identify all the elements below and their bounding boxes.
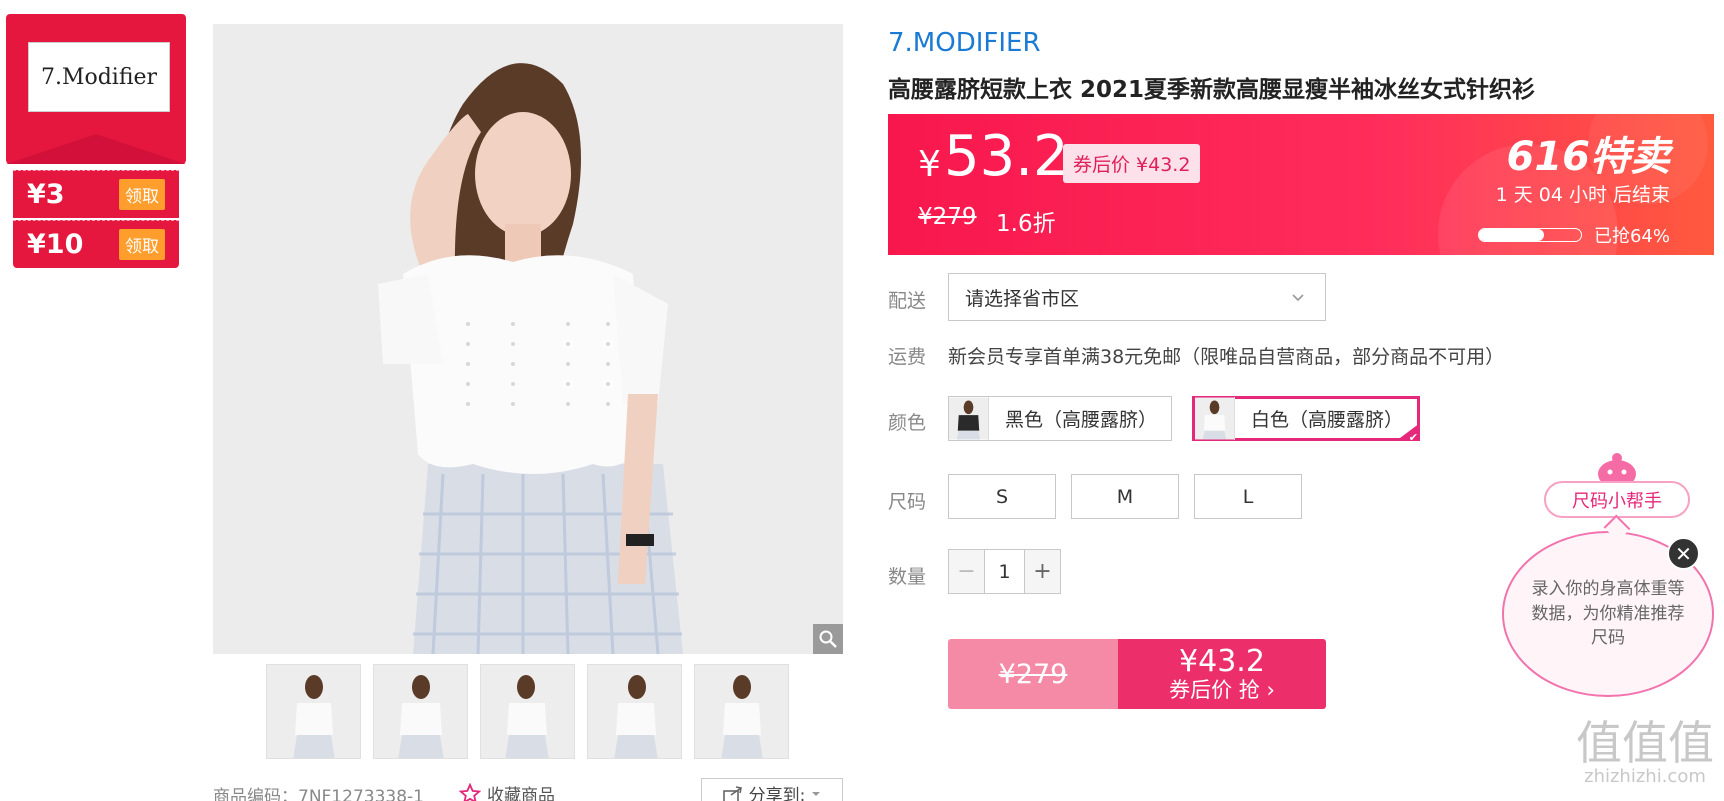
quantity-label: 数量 — [888, 566, 927, 588]
color-option-white[interactable]: 白色（高腰露脐） ✔ — [1192, 396, 1421, 441]
quantity-stepper: − 1 + — [948, 549, 1061, 594]
color-swatch — [1195, 397, 1235, 440]
buy-cta-label: 券后价 抢 › — [1169, 677, 1275, 702]
discount-rate: 1.6折 — [996, 211, 1056, 237]
product-title: 高腰露脐短款上衣 2021夏季新款高腰显瘦半袖冰丝女式针织衫 — [888, 77, 1536, 103]
product-thumbnail[interactable] — [480, 664, 575, 759]
coupon-10: ¥10 领取 — [13, 220, 179, 268]
brand-link[interactable]: 7.MODIFIER — [888, 28, 1041, 58]
product-thumbnail[interactable] — [694, 664, 789, 759]
product-code: 商品编码：7NF1273338-1 — [213, 787, 424, 801]
quantity-decrease-button[interactable]: − — [949, 550, 985, 593]
region-select[interactable]: 请选择省市区 — [948, 273, 1326, 321]
product-thumbnail[interactable] — [373, 664, 468, 759]
sold-progress-bar — [1478, 228, 1582, 242]
share-icon — [722, 785, 742, 801]
sold-progress-fill — [1479, 229, 1545, 241]
product-thumbnail[interactable] — [266, 664, 361, 759]
close-icon[interactable]: ✕ — [1667, 537, 1700, 570]
original-price: ¥279 — [918, 204, 977, 230]
color-option-label: 白色（高腰露脐） — [1251, 409, 1404, 431]
model-photo — [213, 24, 843, 654]
shipping-label: 运费 — [888, 346, 927, 368]
countdown-timer: 1 天 04 小时 后结束 — [1495, 184, 1670, 206]
size-helper-button[interactable]: 尺码小帮手 — [1544, 481, 1690, 518]
promo-title: 616特卖 — [1506, 134, 1671, 180]
color-option-black[interactable]: 黑色（高腰露脐） — [948, 396, 1173, 441]
coupon-amount: ¥3 — [27, 179, 65, 210]
coupon-3: ¥3 领取 — [13, 170, 179, 218]
price-banner: ¥ 53.2 券后价 ¥43.2 ¥279 1.6折 616特卖 1 天 04 … — [888, 114, 1714, 255]
coupon-price-badge: 券后价 ¥43.2 — [1063, 144, 1201, 183]
shipping-text: 新会员专享首单满38元免邮（限唯品自营商品，部分商品不可用） — [948, 346, 1505, 368]
buy-button[interactable]: ¥279 ¥43.2 券后价 抢 › — [948, 639, 1326, 709]
thumbnail-strip — [266, 664, 789, 759]
size-label: 尺码 — [888, 491, 927, 513]
current-price: 53.2 — [944, 124, 1069, 189]
watermark-logo: 值值值 — [1576, 716, 1714, 770]
chevron-down-icon — [1292, 294, 1304, 302]
currency-symbol: ¥ — [918, 144, 941, 185]
size-option-m[interactable]: M — [1071, 474, 1179, 519]
quantity-value[interactable]: 1 — [985, 550, 1024, 593]
product-meta-row: 商品编码：7NF1273338-1 收藏商品 分享到: — [213, 778, 843, 801]
buy-original-price: ¥279 — [948, 639, 1118, 709]
size-option-s[interactable]: S — [948, 474, 1056, 519]
favorite-label: 收藏商品 — [487, 786, 555, 801]
product-thumbnail[interactable] — [587, 664, 682, 759]
favorite-button[interactable]: 收藏商品 — [459, 781, 555, 801]
coupon-claim-button[interactable]: 领取 — [119, 179, 165, 210]
color-label: 颜色 — [888, 412, 927, 434]
color-swatch — [949, 397, 989, 440]
product-main-image[interactable] — [213, 24, 843, 654]
delivery-label: 配送 — [888, 290, 927, 312]
quantity-increase-button[interactable]: + — [1024, 550, 1060, 593]
size-option-l[interactable]: L — [1194, 474, 1302, 519]
caret-down-icon — [812, 791, 821, 796]
color-option-label: 黑色（高腰露脐） — [1005, 409, 1158, 431]
buy-cta[interactable]: ¥43.2 券后价 抢 › — [1118, 639, 1326, 709]
site-watermark: 值值值 zhizhizhi.com — [1576, 720, 1714, 787]
sold-progress-text: 已抢64% — [1593, 226, 1670, 247]
zoom-icon[interactable] — [813, 624, 843, 654]
region-select-value: 请选择省市区 — [965, 287, 1080, 310]
watermark-domain: zhizhizhi.com — [1584, 766, 1706, 787]
store-logo[interactable]: 7.Modifier — [28, 42, 170, 112]
buy-coupon-price: ¥43.2 — [1179, 643, 1265, 679]
star-icon — [459, 782, 481, 801]
share-button[interactable]: 分享到: — [701, 778, 843, 801]
coupon-claim-button[interactable]: 领取 — [119, 229, 165, 260]
coupon-amount: ¥10 — [27, 229, 84, 260]
share-label: 分享到: — [748, 786, 806, 801]
